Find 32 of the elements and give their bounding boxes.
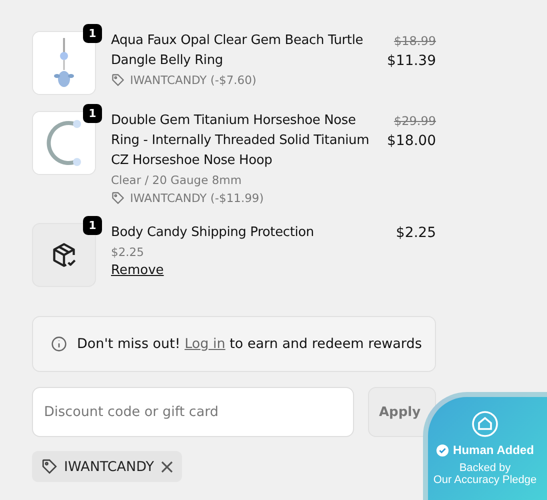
- remove-link[interactable]: Remove: [111, 261, 164, 281]
- quantity-badge: 1: [83, 104, 102, 123]
- badge-line: Backed by: [459, 462, 511, 474]
- login-link[interactable]: Log in: [184, 336, 226, 352]
- badge-line: Our Accuracy Pledge: [433, 474, 537, 486]
- discount-text: IWANTCANDY (-$7.60): [130, 72, 256, 89]
- unit-price: $2.25: [111, 244, 145, 261]
- info-icon: [51, 336, 67, 352]
- tag-icon: [41, 458, 58, 475]
- notice-text: Don't miss out! Log in to earn and redeem rewards: [77, 336, 422, 352]
- product-title: Double Gem Titanium Horseshoe Nose Ring - Internally Threaded Solid Titanium CZ Horseshoe Nose Hoop: [111, 112, 370, 170]
- variant-text: Clear / 20 Gauge 8mm: [111, 172, 243, 189]
- code-text: IWANTCANDY: [64, 458, 154, 474]
- price: $18.00: [387, 132, 436, 151]
- quantity-badge: 1: [83, 24, 102, 43]
- original-price: $29.99: [394, 113, 436, 130]
- price: $2.25: [396, 224, 436, 243]
- apply-button[interactable]: Apply: [368, 387, 436, 437]
- package-check-icon: [51, 242, 77, 268]
- badge-title: Human Added: [453, 443, 534, 457]
- tag-icon: [111, 73, 125, 87]
- close-icon[interactable]: [160, 460, 174, 474]
- quantity-badge: 1: [83, 216, 102, 235]
- discount-text: IWANTCANDY (-$11.99): [130, 190, 264, 207]
- original-price: $18.99: [394, 33, 436, 50]
- discount-code-field[interactable]: Discount code or gift card: [32, 387, 354, 437]
- check-icon: [436, 444, 450, 456]
- house-icon: [472, 411, 498, 437]
- product-title: Aqua Faux Opal Clear Gem Beach Turtle Dangle Belly Ring: [111, 32, 364, 70]
- price: $11.39: [387, 52, 436, 71]
- product-title: Body Candy Shipping Protection: [111, 224, 315, 242]
- tag-icon: [111, 191, 125, 205]
